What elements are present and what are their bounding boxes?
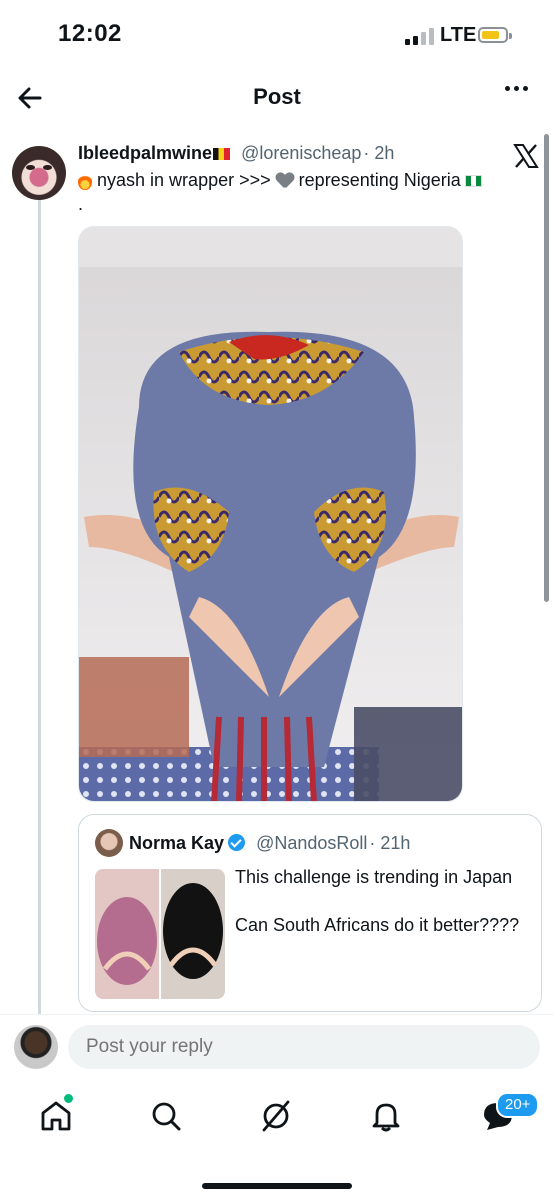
author-name[interactable]: Ibleedpalmwine [78, 143, 212, 163]
quoted-author-name: Norma Kay [129, 833, 225, 853]
tab-notifications[interactable] [366, 1096, 406, 1136]
quoted-post-text: This challenge is trending in Japan Can … [235, 867, 520, 935]
more-horizontal-icon [505, 86, 510, 91]
post-text-part2: representing Nigeria [298, 170, 461, 190]
user-avatar[interactable] [14, 1025, 58, 1069]
quoted-post-header: Norma Kay @NandosRoll · 21h [129, 833, 410, 854]
quoted-post-thumbnail [95, 869, 225, 999]
cellular-signal-icon [405, 28, 434, 45]
messages-unread-badge: 20+ [496, 1092, 540, 1118]
quoted-author-avatar [95, 829, 123, 857]
more-options-button[interactable] [505, 86, 528, 91]
flag-nigeria-icon [464, 175, 482, 188]
post-time: · 2h [363, 143, 395, 163]
post-text: nyash in wrapper >>> representing Nigeri… [78, 168, 538, 216]
page-title: Post [253, 84, 301, 109]
author-handle[interactable]: @lorenischeap [241, 143, 361, 163]
status-time: 12:02 [58, 20, 122, 47]
new-posts-indicator [62, 1092, 75, 1105]
thread-connector-line [38, 200, 41, 1020]
search-icon [152, 1102, 181, 1131]
post-text-line2: . [78, 194, 84, 214]
grok-icon [262, 1100, 290, 1132]
quoted-post-card[interactable]: Norma Kay @NandosRoll · 21h This challeng… [78, 814, 542, 1012]
flag-belgium-icon [213, 148, 231, 161]
grey-heart-emoji [276, 173, 294, 189]
verified-badge-icon [228, 834, 246, 851]
x-logo-icon [513, 144, 539, 168]
scrollbar[interactable] [544, 134, 549, 602]
post-author-row: Ibleedpalmwine @lorenischeap · 2h [78, 143, 394, 164]
author-avatar[interactable] [12, 146, 66, 200]
fire-emoji [78, 172, 92, 191]
battery-icon [478, 27, 512, 43]
quoted-author-handle: @NandosRoll [256, 833, 368, 853]
notifications-icon [372, 1103, 400, 1132]
post-header: Post [0, 72, 554, 126]
tab-grok[interactable] [256, 1096, 296, 1136]
home-indicator [202, 1183, 352, 1189]
post-media-image[interactable] [78, 226, 463, 802]
network-type: LTE [440, 24, 477, 46]
photo-illustration [79, 227, 462, 801]
reply-input[interactable] [68, 1025, 540, 1069]
post-text-part1: nyash in wrapper >>> [97, 170, 271, 190]
quoted-post-time: · 21h [369, 833, 411, 853]
reply-bar [0, 1014, 554, 1087]
tab-search[interactable] [146, 1096, 186, 1136]
